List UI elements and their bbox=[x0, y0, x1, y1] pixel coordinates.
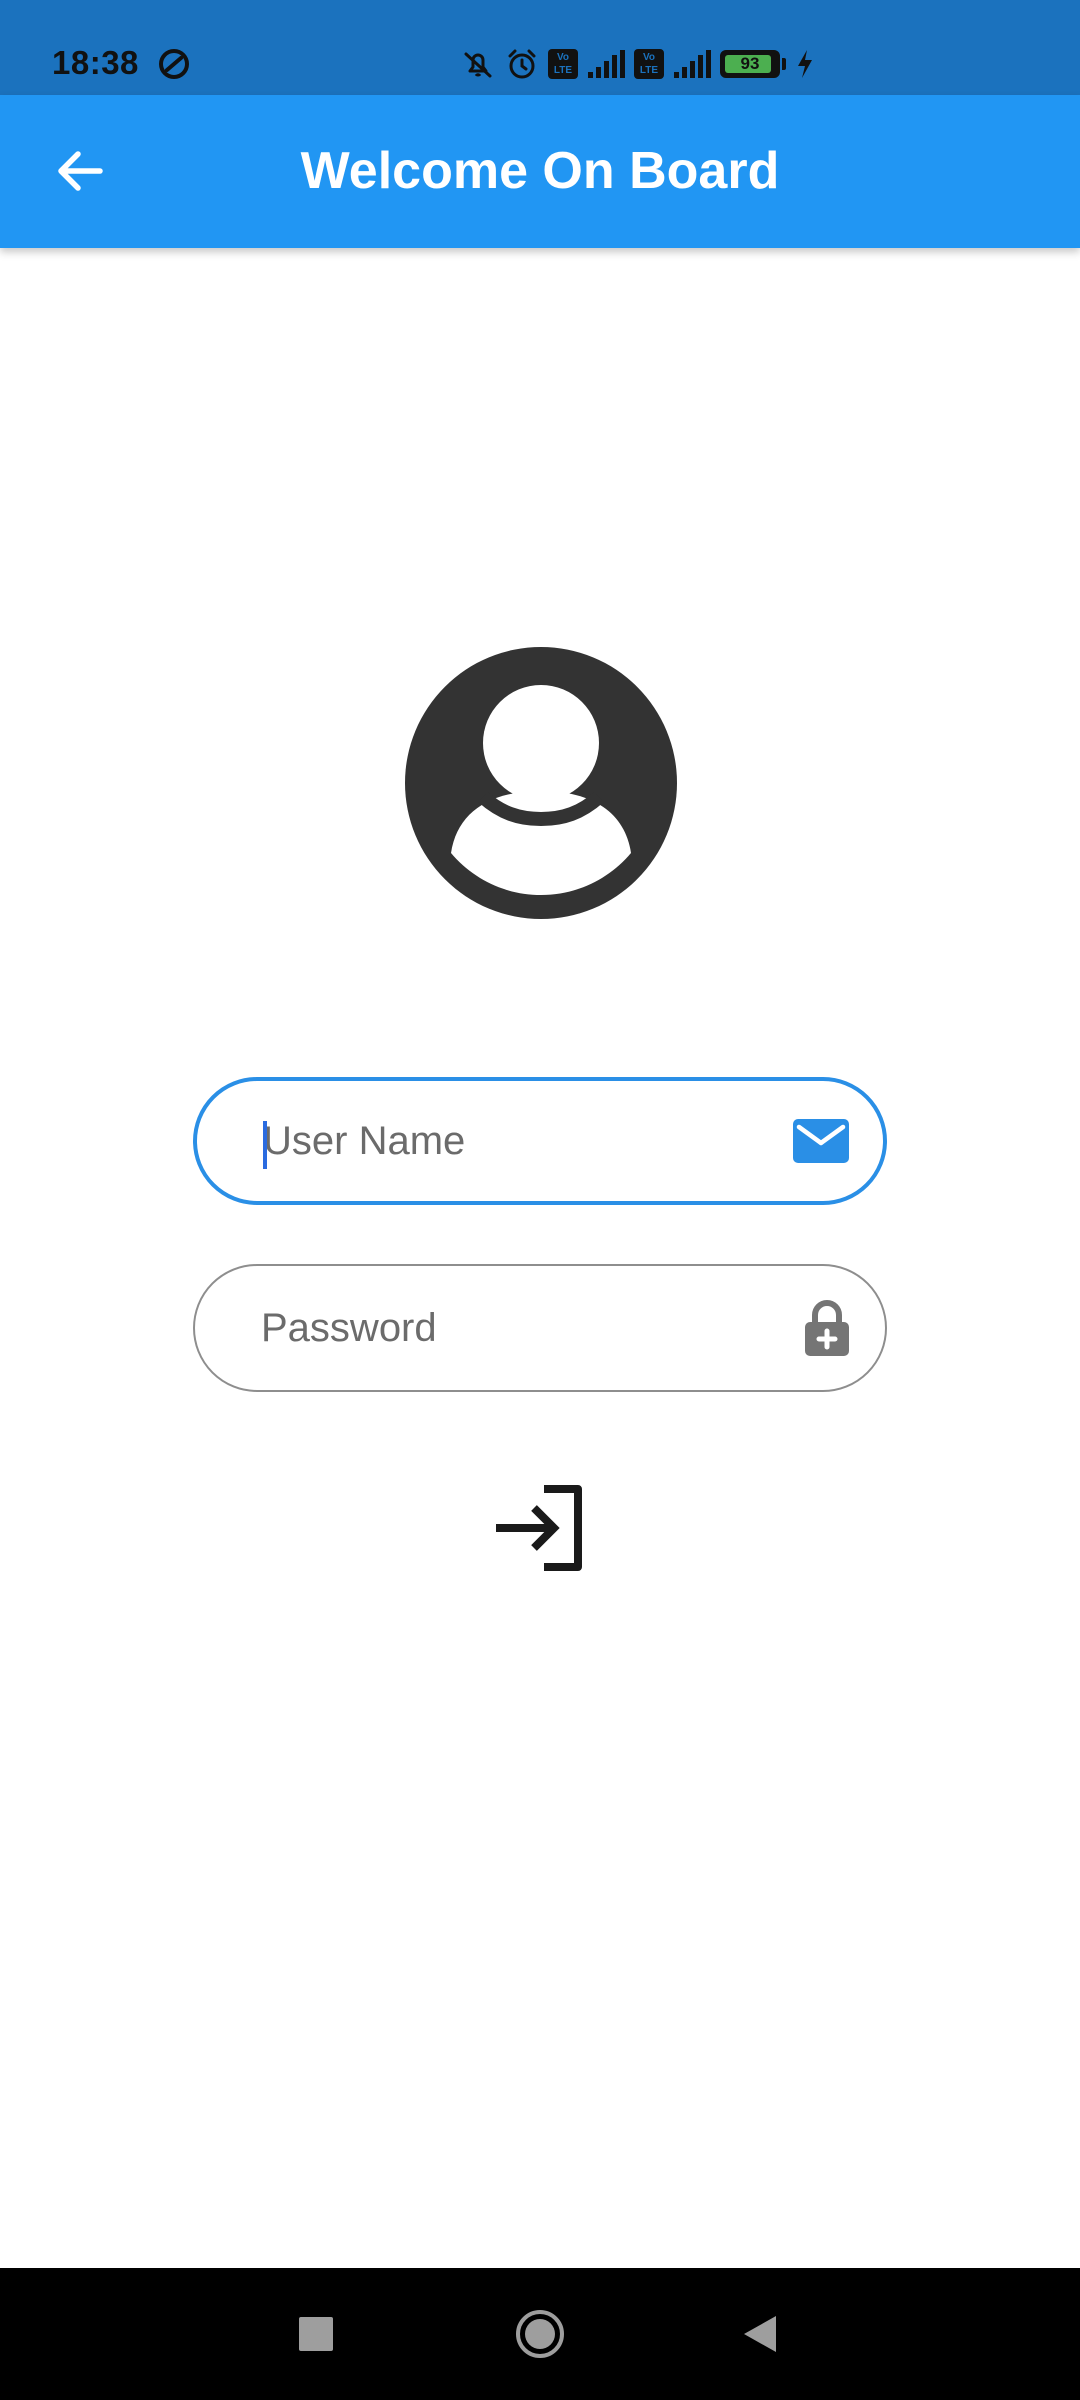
status-icons: Vo LTE Vo LTE 93 bbox=[460, 44, 816, 84]
back-button[interactable] bbox=[40, 131, 120, 211]
back-nav-button[interactable] bbox=[710, 2268, 810, 2400]
charging-icon bbox=[798, 50, 812, 78]
status-bar: 18:38 Vo LTE Vo LTE 93 bbox=[0, 0, 1080, 95]
alarm-icon bbox=[508, 49, 536, 79]
data-saver-icon bbox=[159, 49, 189, 79]
recents-button[interactable] bbox=[266, 2268, 366, 2400]
signal-icon bbox=[588, 50, 625, 78]
battery-level: 93 bbox=[740, 54, 760, 73]
account-circle-icon bbox=[405, 647, 677, 919]
navigation-bar bbox=[0, 2268, 1080, 2400]
home-button[interactable] bbox=[490, 2268, 590, 2400]
mail-icon-wrap bbox=[793, 1081, 849, 1201]
volte-icon: Vo LTE bbox=[634, 49, 664, 79]
lock-icon-wrap bbox=[803, 1266, 851, 1390]
lock-icon bbox=[805, 1300, 849, 1356]
app-bar: Welcome On Board bbox=[0, 95, 1080, 248]
back-icon bbox=[744, 2316, 776, 2352]
home-icon bbox=[516, 2310, 564, 2358]
recents-icon bbox=[299, 2317, 333, 2351]
battery-tip bbox=[782, 58, 786, 70]
volte-icon: Vo LTE bbox=[548, 49, 578, 79]
text-caret bbox=[263, 1121, 267, 1169]
page-title: Welcome On Board bbox=[300, 142, 780, 200]
username-field[interactable] bbox=[193, 1077, 887, 1205]
signal-icon bbox=[674, 50, 711, 78]
arrow-back-icon bbox=[58, 151, 103, 191]
bell-off-icon bbox=[464, 52, 492, 78]
status-time: 18:38 bbox=[52, 44, 139, 81]
mail-icon bbox=[793, 1119, 849, 1163]
login-button[interactable] bbox=[488, 1480, 592, 1576]
battery-icon: 93 bbox=[720, 50, 780, 78]
username-input[interactable] bbox=[263, 1081, 763, 1201]
password-input[interactable] bbox=[261, 1266, 761, 1390]
login-icon bbox=[496, 1485, 582, 1571]
password-field[interactable] bbox=[193, 1264, 887, 1392]
